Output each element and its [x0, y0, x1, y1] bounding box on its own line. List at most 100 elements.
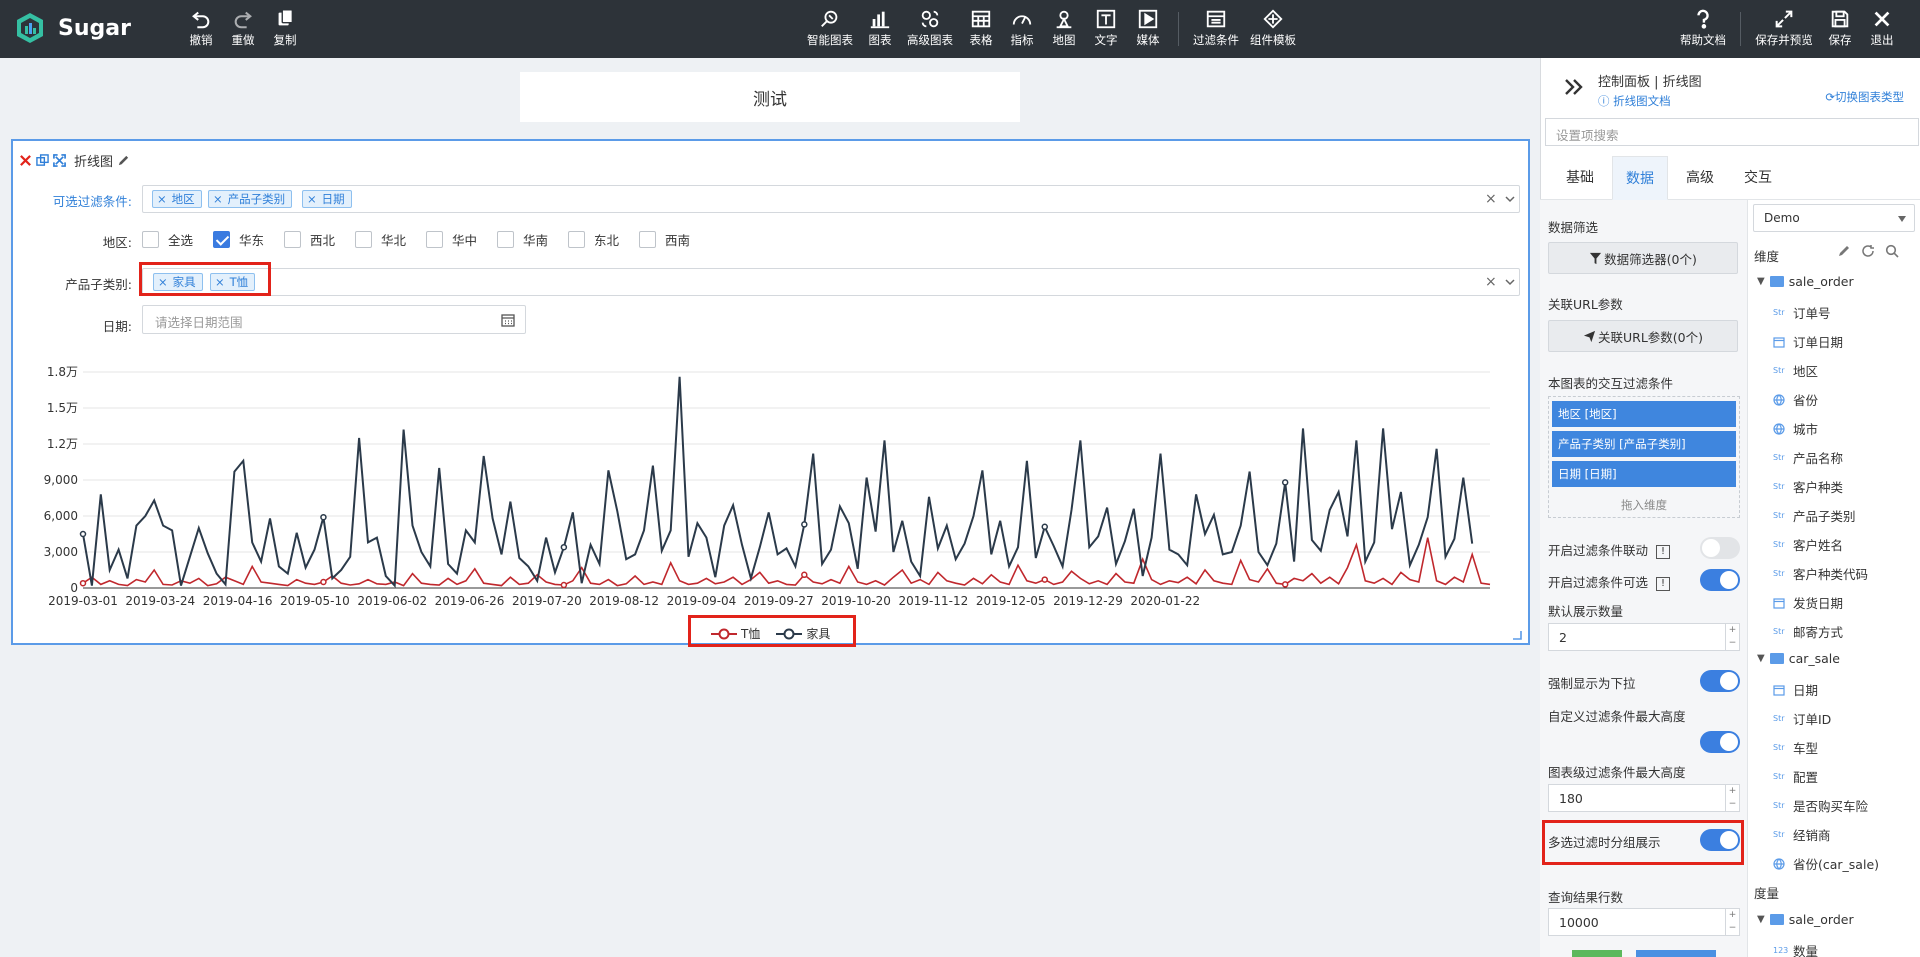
- filter-button[interactable]: 过滤条件: [1191, 8, 1241, 52]
- tag-remove-icon[interactable]: ×: [157, 192, 167, 206]
- undo-button[interactable]: 撤销: [186, 8, 216, 52]
- field-item[interactable]: 省份: [1773, 390, 1818, 409]
- duplicate-icon[interactable]: [36, 154, 49, 167]
- chart-doc-link[interactable]: ⓘ 折线图文档: [1598, 93, 1671, 109]
- tab-advanced[interactable]: 高级: [1672, 156, 1728, 200]
- optional-filter-tag[interactable]: × 日期: [302, 190, 352, 208]
- resize-handle-icon[interactable]: [1512, 630, 1522, 640]
- expand-arrow-icon[interactable]: ▼: [1757, 276, 1765, 287]
- field-item[interactable]: 123 数量: [1773, 941, 1818, 957]
- confirm-button[interactable]: [1636, 950, 1716, 957]
- help-button[interactable]: 帮助文档: [1678, 8, 1728, 52]
- custom-max-height-toggle[interactable]: [1700, 731, 1740, 753]
- region-option-central[interactable]: 华中: [426, 230, 477, 249]
- data-filter-button[interactable]: 数据筛选器(0个): [1548, 242, 1738, 274]
- metric-button[interactable]: 指标: [1008, 8, 1036, 52]
- map-button[interactable]: 地图: [1050, 8, 1078, 52]
- field-item[interactable]: 城市: [1773, 419, 1818, 438]
- fullscreen-icon[interactable]: [53, 154, 66, 167]
- field-item[interactable]: Str 产品名称: [1773, 448, 1843, 467]
- field-item[interactable]: Str 客户种类: [1773, 477, 1843, 496]
- field-item[interactable]: Str 邮寄方式: [1773, 622, 1843, 641]
- template-button[interactable]: 组件模板: [1248, 8, 1298, 52]
- search-icon[interactable]: [1885, 244, 1899, 258]
- checkbox[interactable]: [142, 231, 159, 248]
- checkbox[interactable]: [284, 231, 301, 248]
- table-sale-order[interactable]: ▼ sale_order: [1757, 274, 1854, 289]
- region-option-north[interactable]: 华北: [355, 230, 406, 249]
- edit-title-icon[interactable]: [117, 154, 130, 167]
- subcategory-select[interactable]: × 家具 × T恤 ×: [142, 268, 1520, 296]
- tab-data[interactable]: 数据: [1612, 156, 1668, 200]
- table-button[interactable]: 表格: [967, 8, 995, 52]
- text-button[interactable]: 文字: [1092, 8, 1120, 52]
- tab-interaction[interactable]: 交互: [1730, 156, 1786, 200]
- chart-button[interactable]: 图表: [866, 8, 894, 52]
- info-icon[interactable]: !: [1656, 544, 1671, 559]
- smart-chart-button[interactable]: 智能图表: [805, 8, 855, 52]
- checkbox[interactable]: [355, 231, 372, 248]
- optional-filter-tag[interactable]: × 地区: [152, 190, 202, 208]
- field-item[interactable]: Str 客户姓名: [1773, 535, 1843, 554]
- region-option-east[interactable]: 华东: [213, 230, 264, 249]
- field-item[interactable]: Str 订单号: [1773, 303, 1831, 322]
- info-icon[interactable]: !: [1656, 576, 1671, 591]
- stepper-icon[interactable]: + −: [1725, 624, 1739, 650]
- delete-icon[interactable]: [19, 154, 32, 167]
- checkbox[interactable]: [426, 231, 443, 248]
- interactive-filter-item[interactable]: 产品子类别 [产品子类别]: [1552, 431, 1736, 457]
- clear-icon[interactable]: ×: [1485, 274, 1497, 290]
- advanced-chart-button[interactable]: 高级图表: [905, 8, 955, 52]
- exit-button[interactable]: 退出: [1868, 8, 1896, 52]
- chevron-down-icon[interactable]: [1505, 194, 1515, 204]
- field-item[interactable]: Str 车型: [1773, 738, 1818, 757]
- field-item[interactable]: Str 产品子类别: [1773, 506, 1856, 525]
- field-item[interactable]: 发货日期: [1773, 593, 1843, 612]
- default-count-input[interactable]: 2 + −: [1548, 623, 1740, 651]
- field-item[interactable]: 日期: [1773, 680, 1818, 699]
- field-item[interactable]: Str 是否购买车险: [1773, 796, 1868, 815]
- chevron-down-icon[interactable]: [1505, 277, 1515, 287]
- tag-remove-icon[interactable]: ×: [213, 192, 223, 206]
- chart-filter-max-height-input[interactable]: 180 + −: [1548, 784, 1740, 812]
- interactive-filters-dropzone[interactable]: 地区 [地区] 产品子类别 [产品子类别] 日期 [日期] 拖入维度: [1548, 396, 1740, 518]
- field-item[interactable]: 省份(car_sale): [1773, 854, 1879, 873]
- stepper-icon[interactable]: + −: [1725, 785, 1739, 811]
- edit-icon[interactable]: [1837, 244, 1851, 258]
- media-button[interactable]: 媒体: [1134, 8, 1162, 52]
- region-option-south[interactable]: 华南: [497, 230, 548, 249]
- filter-linkage-toggle[interactable]: [1700, 537, 1740, 559]
- table-car-sale[interactable]: ▼ car_sale: [1757, 651, 1840, 666]
- stepper-icon[interactable]: + −: [1725, 909, 1739, 935]
- save-preview-button[interactable]: 保存并预览: [1752, 8, 1816, 52]
- checkbox[interactable]: [568, 231, 585, 248]
- interactive-filter-item[interactable]: 日期 [日期]: [1552, 461, 1736, 487]
- refresh-icon[interactable]: [1861, 244, 1875, 258]
- checkbox[interactable]: [497, 231, 514, 248]
- region-option-northeast[interactable]: 东北: [568, 230, 619, 249]
- date-range-input[interactable]: 请选择日期范围: [142, 305, 526, 334]
- page-title-component[interactable]: 测试: [520, 72, 1020, 122]
- switch-chart-type-link[interactable]: ⟳切换图表类型: [1825, 89, 1904, 105]
- optional-filter-tag[interactable]: × 产品子类别: [208, 190, 293, 208]
- expand-arrow-icon[interactable]: ▼: [1757, 653, 1765, 664]
- save-button[interactable]: 保存: [1826, 8, 1854, 52]
- field-item[interactable]: Str 配置: [1773, 767, 1818, 786]
- region-option-southwest[interactable]: 西南: [639, 230, 690, 249]
- checkbox[interactable]: [639, 231, 656, 248]
- filter-optional-toggle[interactable]: [1700, 569, 1740, 591]
- expand-arrow-icon[interactable]: ▼: [1757, 914, 1765, 925]
- apply-button[interactable]: [1572, 950, 1622, 957]
- field-item[interactable]: Str 地区: [1773, 361, 1818, 380]
- redo-button[interactable]: 重做: [228, 8, 258, 52]
- region-option-northwest[interactable]: 西北: [284, 230, 335, 249]
- field-item[interactable]: Str 经销商: [1773, 825, 1831, 844]
- tab-basic[interactable]: 基础: [1554, 156, 1606, 200]
- clear-icon[interactable]: ×: [1485, 191, 1497, 207]
- datasource-select[interactable]: Demo: [1753, 204, 1915, 232]
- copy-button[interactable]: 复制: [270, 8, 300, 52]
- measure-table-sale-order[interactable]: ▼ sale_order: [1757, 912, 1854, 927]
- settings-search-input[interactable]: 设置项搜索: [1545, 118, 1919, 146]
- checkbox-checked[interactable]: [213, 231, 230, 248]
- field-item[interactable]: Str 客户种类代码: [1773, 564, 1868, 583]
